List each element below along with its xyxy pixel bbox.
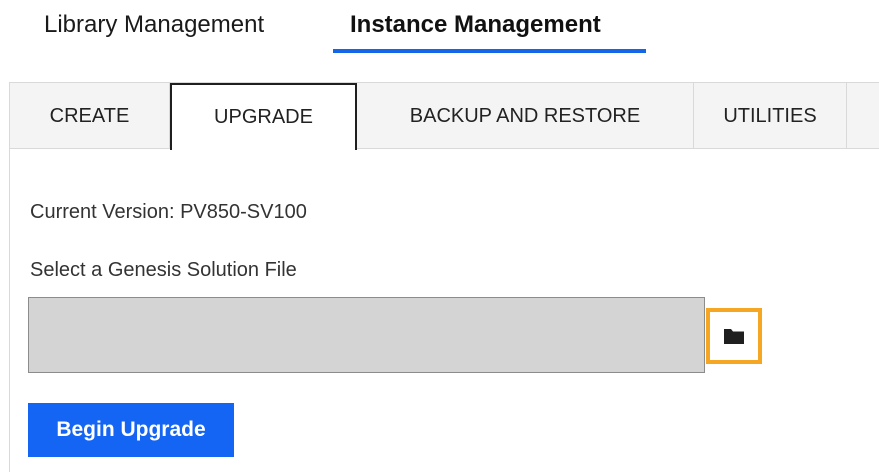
tab-backup-and-restore[interactable]: BACKUP AND RESTORE	[357, 83, 694, 149]
folder-icon	[724, 329, 744, 344]
active-nav-indicator	[333, 49, 646, 53]
instance-management-page: Library Management Instance Management C…	[0, 0, 879, 472]
nav-library-management[interactable]: Library Management	[44, 10, 264, 40]
solution-file-label: Select a Genesis Solution File	[30, 259, 297, 281]
begin-upgrade-button[interactable]: Begin Upgrade	[28, 403, 234, 457]
tab-bar: CREATE UPGRADE BACKUP AND RESTORE UTILIT…	[9, 82, 879, 150]
tab-utilities[interactable]: UTILITIES	[694, 83, 847, 149]
upgrade-panel: Current Version: PV850-SV100 Select a Ge…	[9, 149, 879, 472]
tab-upgrade[interactable]: UPGRADE	[170, 83, 357, 150]
top-navigation: Library Management Instance Management	[0, 0, 879, 60]
tab-create[interactable]: CREATE	[10, 83, 170, 149]
browse-file-button[interactable]	[706, 308, 762, 364]
nav-instance-management[interactable]: Instance Management	[350, 10, 601, 40]
instance-panel: CREATE UPGRADE BACKUP AND RESTORE UTILIT…	[9, 82, 879, 472]
solution-file-input[interactable]	[28, 297, 705, 373]
current-version-text: Current Version: PV850-SV100	[30, 201, 307, 223]
